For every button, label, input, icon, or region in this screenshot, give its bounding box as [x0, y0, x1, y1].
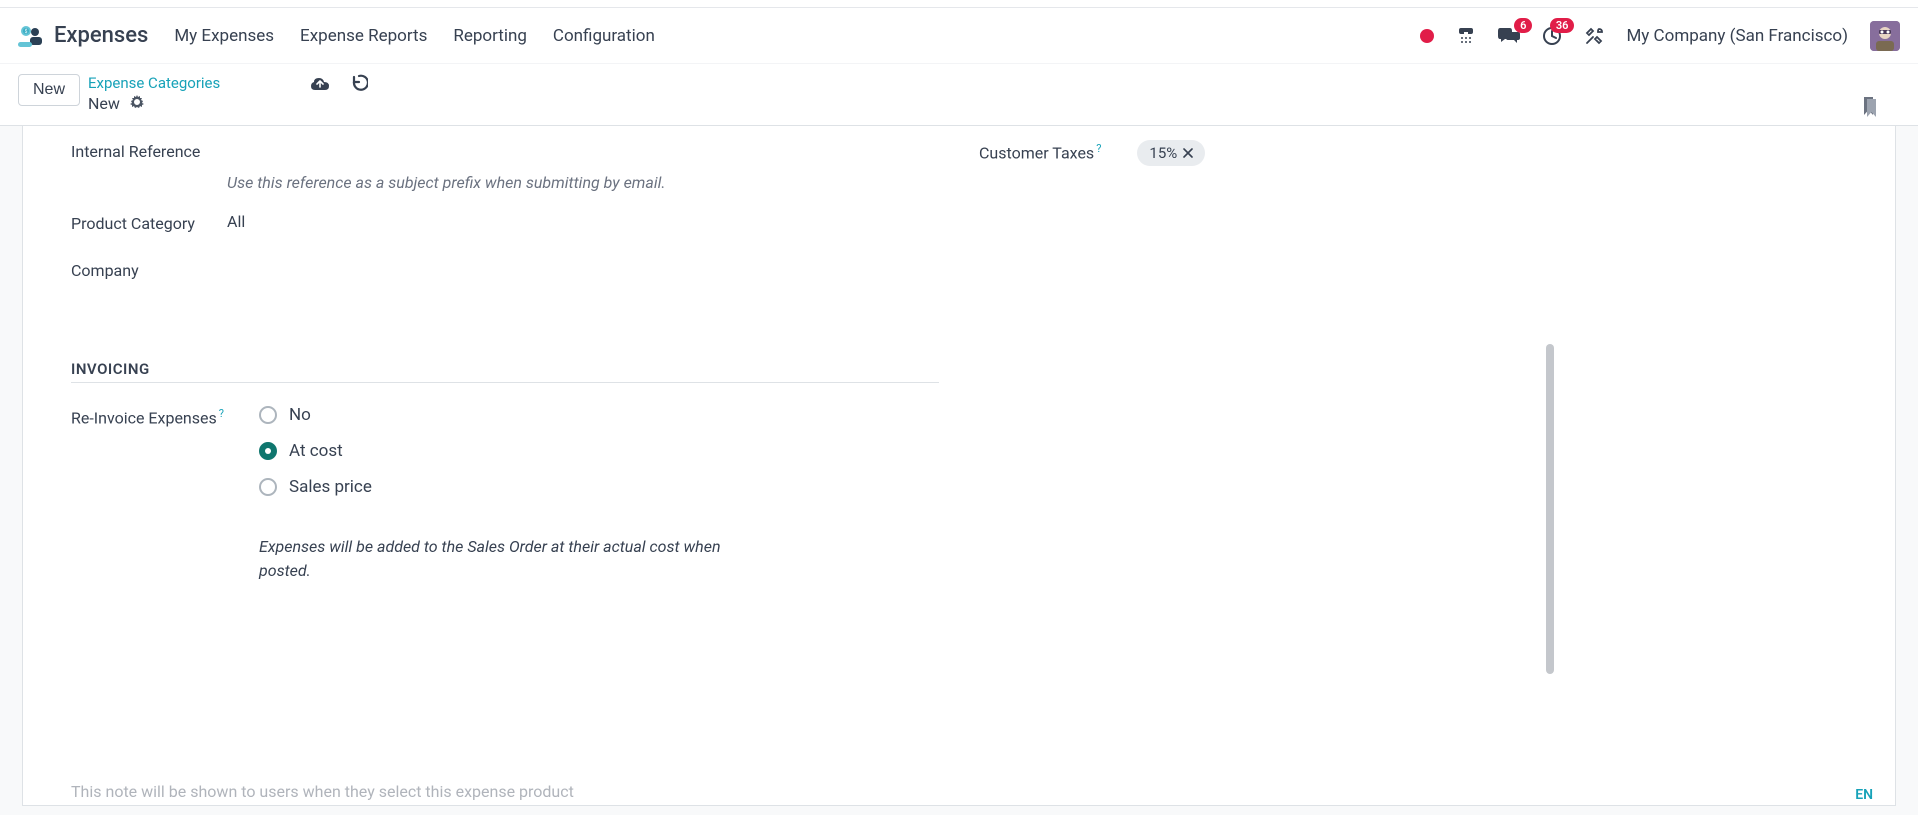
customer-taxes-field[interactable]: 15% [1137, 140, 1847, 166]
help-icon[interactable]: ? [1096, 142, 1101, 155]
chat-icon[interactable]: 6 [1498, 26, 1520, 46]
tax-tag-label: 15% [1149, 144, 1177, 162]
tax-tag: 15% [1137, 140, 1205, 166]
breadcrumb: Expense Categories New [88, 74, 220, 113]
company-label: Company [71, 259, 227, 280]
expenses-app-icon: $ [18, 25, 44, 47]
reinvoice-label: Re-Invoice Expenses? [71, 405, 259, 427]
gear-icon[interactable] [130, 95, 144, 113]
radio-label-no: No [289, 405, 311, 425]
form-sheet: Internal Reference Use this reference as… [22, 126, 1896, 806]
help-icon[interactable]: ? [219, 407, 224, 420]
internal-reference-label: Internal Reference [71, 140, 227, 161]
brand-title: Expenses [54, 23, 148, 48]
radio-no[interactable]: No [259, 405, 372, 425]
brand[interactable]: $ Expenses [18, 23, 148, 48]
language-badge[interactable]: EN [1855, 787, 1873, 803]
svg-text:$: $ [25, 28, 28, 35]
tools-icon[interactable] [1584, 26, 1604, 46]
radio-label-at-cost: At cost [289, 441, 343, 461]
company-selector[interactable]: My Company (San Francisco) [1626, 26, 1848, 46]
nav-configuration[interactable]: Configuration [553, 26, 655, 46]
nav-menu: My Expenses Expense Reports Reporting Co… [174, 26, 655, 46]
undo-icon[interactable] [350, 74, 368, 92]
new-button[interactable]: New [18, 74, 80, 106]
breadcrumb-parent[interactable]: Expense Categories [88, 74, 220, 92]
main-navbar: $ Expenses My Expenses Expense Reports R… [0, 8, 1918, 64]
breadcrumb-current: New [88, 94, 120, 113]
description-placeholder[interactable]: This note will be shown to users when th… [71, 782, 574, 801]
radio-sales-price[interactable]: Sales price [259, 477, 372, 497]
nav-reporting[interactable]: Reporting [453, 26, 527, 46]
nav-my-expenses[interactable]: My Expenses [174, 26, 274, 46]
scrollbar[interactable] [1544, 144, 1554, 814]
cloud-save-icon[interactable] [310, 76, 330, 92]
radio-icon [259, 442, 277, 460]
product-category-label: Product Category [71, 212, 227, 233]
radio-at-cost[interactable]: At cost [259, 441, 372, 461]
nav-expense-reports[interactable]: Expense Reports [300, 26, 427, 46]
chat-badge: 6 [1514, 18, 1532, 33]
systray: 6 36 My Company (San Francisco) [1420, 21, 1900, 51]
customer-taxes-label: Customer Taxes? [979, 140, 1101, 162]
phone-icon[interactable] [1456, 26, 1476, 46]
user-avatar[interactable] [1870, 21, 1900, 51]
radio-label-sales-price: Sales price [289, 477, 372, 497]
close-icon[interactable] [1183, 144, 1193, 162]
control-panel: New Expense Categories New [0, 64, 1918, 126]
radio-icon [259, 478, 277, 496]
radio-icon [259, 406, 277, 424]
internal-reference-help: Use this reference as a subject prefix w… [227, 173, 939, 192]
scrollbar-thumb[interactable] [1546, 344, 1554, 674]
reinvoice-help-text: Expenses will be added to the Sales Orde… [259, 535, 739, 583]
product-category-field[interactable]: All [227, 212, 939, 231]
reinvoice-radio-group: No At cost Sales price [259, 405, 372, 497]
invoicing-section-header: INVOICING [71, 360, 939, 383]
clock-badge: 36 [1550, 18, 1575, 33]
bookmark-icon[interactable] [1862, 97, 1878, 119]
status-dot-icon[interactable] [1420, 29, 1434, 43]
clock-icon[interactable]: 36 [1542, 26, 1562, 46]
